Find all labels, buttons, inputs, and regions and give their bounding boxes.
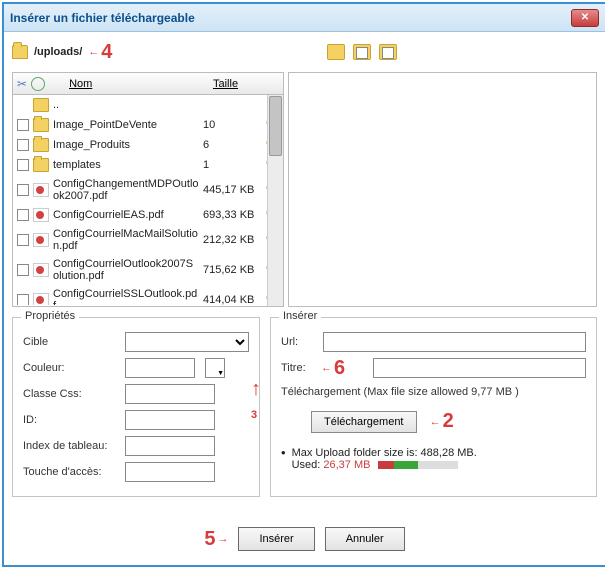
insert-fieldset: Insérer Url: Titre: ← 6 Téléchargement (…	[270, 317, 597, 497]
checkbox[interactable]	[17, 119, 29, 131]
file-list-header: ✂ Nom Taille	[13, 73, 283, 95]
list-item[interactable]: ConfigChangementMDPOutlook2007.pdf 445,1…	[13, 175, 283, 205]
copy-icon[interactable]	[353, 44, 371, 60]
cancel-button[interactable]: Annuler	[325, 527, 405, 551]
checkbox[interactable]	[17, 209, 29, 221]
up-dir-row[interactable]: ..	[13, 95, 283, 115]
folder-icon	[33, 138, 49, 152]
checkbox[interactable]	[17, 234, 29, 246]
file-list: ✂ Nom Taille .. Image_PointDeVente	[12, 72, 284, 307]
label-id: ID:	[23, 414, 119, 426]
column-size[interactable]: Taille	[213, 78, 283, 90]
pdf-icon	[33, 233, 49, 247]
checkbox[interactable]	[17, 159, 29, 171]
list-item[interactable]: ConfigCourrielSSLOutlook.pdf 414,04 KB ✎	[13, 285, 283, 305]
new-folder-icon[interactable]	[327, 44, 345, 60]
color-picker-button[interactable]: ▼	[205, 358, 225, 378]
properties-legend: Propriétés	[21, 310, 79, 322]
cut-icon[interactable]: ✂	[17, 77, 27, 91]
checkbox[interactable]	[17, 294, 29, 305]
titre-input[interactable]	[373, 358, 586, 378]
label-index: Index de tableau:	[23, 440, 119, 452]
close-button[interactable]: ✕	[571, 9, 599, 27]
preview-pane	[288, 72, 597, 307]
current-path: /uploads/	[34, 46, 82, 58]
list-item[interactable]: ConfigCourrielOutlook2007Solution.pdf 71…	[13, 255, 283, 285]
checkbox[interactable]	[17, 184, 29, 196]
list-item[interactable]: ConfigCourrielMacMailSolution.pdf 212,32…	[13, 225, 283, 255]
list-item[interactable]: Image_Produits 6 ✎	[13, 135, 283, 155]
annotation-5: 5 →	[204, 528, 228, 551]
label-classe: Classe Css:	[23, 388, 119, 400]
download-info: Téléchargement (Max file size allowed 9,…	[281, 386, 586, 398]
refresh-icon[interactable]	[31, 77, 45, 91]
index-input[interactable]	[125, 436, 215, 456]
annotation-4: ← 4	[88, 41, 112, 64]
upload-button[interactable]: Téléchargement	[311, 411, 417, 433]
folder-icon	[12, 45, 28, 59]
label-titre: Titre:	[281, 362, 317, 374]
list-item[interactable]: ConfigCourrielEAS.pdf 693,33 KB ✎	[13, 205, 283, 225]
label-couleur: Couleur:	[23, 362, 119, 374]
touche-input[interactable]	[125, 462, 215, 482]
list-item[interactable]: templates 1 ✎	[13, 155, 283, 175]
checkbox[interactable]	[17, 264, 29, 276]
dialog-window: Insérer un fichier téléchargeable ✕ /upl…	[2, 2, 605, 567]
url-input[interactable]	[323, 332, 586, 352]
checkbox[interactable]	[17, 139, 29, 151]
list-item[interactable]: Image_PointDeVente 10 ✎	[13, 115, 283, 135]
path-bar: /uploads/ ← 4	[12, 40, 597, 64]
id-input[interactable]	[125, 410, 215, 430]
pdf-icon	[33, 263, 49, 277]
label-touche: Touche d'accès:	[23, 466, 119, 478]
properties-fieldset: Propriétés Cible Couleur: ▼ Classe Css: …	[12, 317, 260, 497]
annotation-2: ← 2	[430, 410, 454, 433]
classe-input[interactable]	[125, 384, 215, 404]
folder-icon	[33, 118, 49, 132]
titlebar: Insérer un fichier téléchargeable ✕	[4, 4, 605, 32]
column-name[interactable]: Nom	[49, 78, 209, 90]
window-title: Insérer un fichier téléchargeable	[10, 11, 195, 25]
couleur-input[interactable]	[125, 358, 195, 378]
file-rows: .. Image_PointDeVente 10 ✎ Image_Produit…	[13, 95, 283, 305]
paste-icon[interactable]	[379, 44, 397, 60]
folder-icon	[33, 158, 49, 172]
label-cible: Cible	[23, 336, 119, 348]
insert-legend: Insérer	[279, 310, 321, 322]
scrollbar[interactable]	[267, 95, 283, 306]
pdf-icon	[33, 208, 49, 222]
pdf-icon	[33, 183, 49, 197]
pdf-icon	[33, 293, 49, 305]
annotation-6: ← 6	[321, 357, 345, 380]
usage-bar	[378, 461, 458, 469]
usage-info: • Max Upload folder size is: 488,28 MB. …	[281, 447, 586, 471]
label-url: Url:	[281, 336, 317, 348]
annotation-3: ↑3	[251, 378, 261, 424]
insert-button[interactable]: Insérer	[238, 527, 314, 551]
cible-select[interactable]	[125, 332, 249, 352]
